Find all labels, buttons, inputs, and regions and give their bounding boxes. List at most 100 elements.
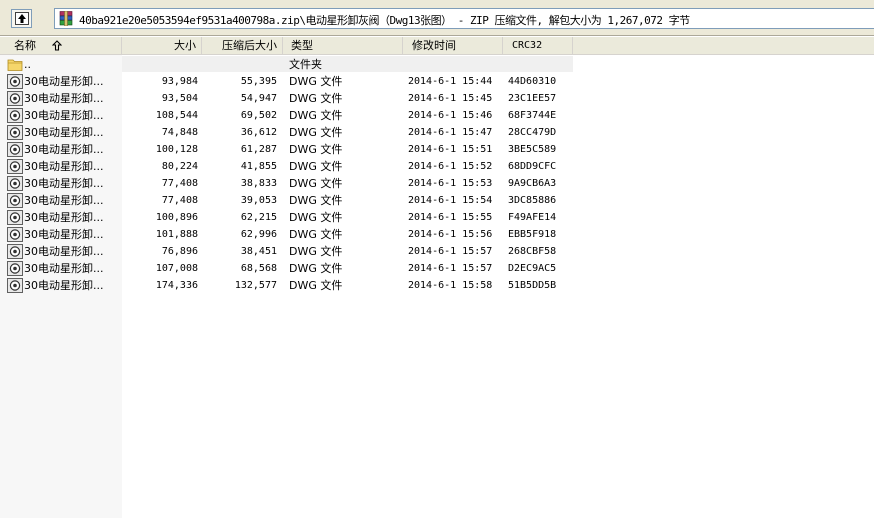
file-size: 108,544: [155, 110, 198, 121]
file-packed-size: 38,833: [240, 178, 277, 189]
file-row[interactable]: 30电动星形卸... 74,848 36,612 DWG 文件 2014-6-1…: [0, 124, 600, 141]
winrar-archive-icon: [59, 11, 73, 26]
dwg-file-icon: [7, 142, 23, 157]
file-packed-size: 55,395: [240, 76, 277, 87]
address-bar[interactable]: 40ba921e20e5053594ef9531a400798a.zip\电动星…: [54, 8, 874, 29]
dwg-file-icon: [7, 244, 23, 259]
file-name: 30电动星形卸...: [24, 194, 104, 207]
file-name: 30电动星形卸...: [24, 228, 104, 241]
file-packed-size: 36,612: [240, 127, 277, 138]
parent-folder-type: 文件夹: [289, 58, 322, 71]
file-packed-size: 54,947: [240, 93, 277, 104]
archive-path-text: 40ba921e20e5053594ef9531a400798a.zip\电动星…: [79, 14, 690, 27]
column-packed[interactable]: 压缩后大小: [202, 37, 283, 54]
column-name-label: 名称: [14, 39, 36, 52]
file-packed-size: 69,502: [240, 110, 277, 121]
file-size: 77,408: [161, 195, 198, 206]
file-crc: 44D60310: [508, 76, 557, 87]
column-crc-label: CRC32: [512, 40, 543, 51]
file-modified: 2014-6-1 15:54: [408, 195, 493, 206]
up-folder-button[interactable]: [11, 9, 32, 28]
file-type: DWG 文件: [289, 279, 343, 292]
column-size[interactable]: 大小: [122, 37, 202, 54]
file-name: 30电动星形卸...: [24, 262, 104, 275]
file-type: DWG 文件: [289, 177, 343, 190]
dwg-file-icon: [7, 227, 23, 242]
file-size: 93,504: [161, 93, 198, 104]
file-size: 74,848: [161, 127, 198, 138]
file-type: DWG 文件: [289, 92, 343, 105]
file-modified: 2014-6-1 15:51: [408, 144, 493, 155]
file-modified: 2014-6-1 15:45: [408, 93, 493, 104]
file-modified: 2014-6-1 15:56: [408, 229, 493, 240]
file-row[interactable]: 30电动星形卸... 77,408 39,053 DWG 文件 2014-6-1…: [0, 192, 600, 209]
file-size: 101,888: [155, 229, 198, 240]
toolbar: 40ba921e20e5053594ef9531a400798a.zip\电动星…: [0, 0, 874, 36]
file-name: 30电动星形卸...: [24, 75, 104, 88]
file-row[interactable]: 30电动星形卸... 101,888 62,996 DWG 文件 2014-6-…: [0, 226, 600, 243]
file-modified: 2014-6-1 15:44: [408, 76, 493, 87]
file-row[interactable]: 30电动星形卸... 100,128 61,287 DWG 文件 2014-6-…: [0, 141, 600, 158]
column-size-label: 大小: [174, 39, 196, 52]
dwg-file-icon: [7, 74, 23, 89]
dwg-file-icon: [7, 278, 23, 293]
file-crc: 3DC85886: [508, 195, 557, 206]
file-packed-size: 132,577: [234, 280, 277, 291]
file-row[interactable]: 30电动星形卸... 108,544 69,502 DWG 文件 2014-6-…: [0, 107, 600, 124]
file-crc: 68F3744E: [508, 110, 557, 121]
file-name: 30电动星形卸...: [24, 109, 104, 122]
file-modified: 2014-6-1 15:52: [408, 161, 493, 172]
file-crc: EBB5F918: [508, 229, 557, 240]
column-name[interactable]: 名称: [0, 37, 122, 54]
file-crc: 23C1EE57: [508, 93, 557, 104]
file-row[interactable]: 30电动星形卸... 93,504 54,947 DWG 文件 2014-6-1…: [0, 90, 600, 107]
file-row[interactable]: 30电动星形卸... 76,896 38,451 DWG 文件 2014-6-1…: [0, 243, 600, 260]
column-modified-label: 修改时间: [412, 39, 456, 52]
file-packed-size: 62,215: [240, 212, 277, 223]
column-crc[interactable]: CRC32: [503, 37, 573, 54]
file-row[interactable]: 30电动星形卸... 100,896 62,215 DWG 文件 2014-6-…: [0, 209, 600, 226]
file-row[interactable]: 30电动星形卸... 174,336 132,577 DWG 文件 2014-6…: [0, 277, 600, 294]
column-modified[interactable]: 修改时间: [403, 37, 503, 54]
file-size: 107,008: [155, 263, 198, 274]
file-modified: 2014-6-1 15:58: [408, 280, 493, 291]
file-modified: 2014-6-1 15:57: [408, 246, 493, 257]
file-type: DWG 文件: [289, 245, 343, 258]
file-crc: 28CC479D: [508, 127, 557, 138]
dwg-file-icon: [7, 108, 23, 123]
up-folder-icon: [15, 12, 29, 25]
file-row[interactable]: 30电动星形卸... 77,408 38,833 DWG 文件 2014-6-1…: [0, 175, 600, 192]
file-modified: 2014-6-1 15:47: [408, 127, 493, 138]
dwg-file-icon: [7, 125, 23, 140]
parent-folder-row[interactable]: .. 文件夹: [0, 56, 600, 73]
file-size: 77,408: [161, 178, 198, 189]
file-crc: 3BE5C589: [508, 144, 557, 155]
file-name: 30电动星形卸...: [24, 126, 104, 139]
file-name: 30电动星形卸...: [24, 160, 104, 173]
file-row[interactable]: 30电动星形卸... 93,984 55,395 DWG 文件 2014-6-1…: [0, 73, 600, 90]
file-type: DWG 文件: [289, 109, 343, 122]
file-packed-size: 62,996: [240, 229, 277, 240]
file-packed-size: 68,568: [240, 263, 277, 274]
dwg-file-icon: [7, 261, 23, 276]
dwg-file-icon: [7, 210, 23, 225]
folder-icon: [7, 59, 23, 71]
file-crc: 68DD9CFC: [508, 161, 557, 172]
column-type[interactable]: 类型: [283, 37, 403, 54]
file-packed-size: 38,451: [240, 246, 277, 257]
file-name: 30电动星形卸...: [24, 245, 104, 258]
column-type-label: 类型: [291, 39, 313, 52]
file-row[interactable]: 30电动星形卸... 107,008 68,568 DWG 文件 2014-6-…: [0, 260, 600, 277]
file-type: DWG 文件: [289, 211, 343, 224]
file-row[interactable]: 30电动星形卸... 80,224 41,855 DWG 文件 2014-6-1…: [0, 158, 600, 175]
file-name: 30电动星形卸...: [24, 279, 104, 292]
file-list: .. 文件夹 30电动星形卸... 93,984 55,395 DWG 文件 2…: [0, 56, 600, 294]
file-packed-size: 61,287: [240, 144, 277, 155]
file-packed-size: 39,053: [240, 195, 277, 206]
file-modified: 2014-6-1 15:55: [408, 212, 493, 223]
parent-folder-name: ..: [24, 58, 31, 71]
file-crc: 268CBF58: [508, 246, 557, 257]
file-modified: 2014-6-1 15:53: [408, 178, 493, 189]
file-crc: 51B5DD5B: [508, 280, 557, 291]
file-crc: D2EC9AC5: [508, 263, 557, 274]
